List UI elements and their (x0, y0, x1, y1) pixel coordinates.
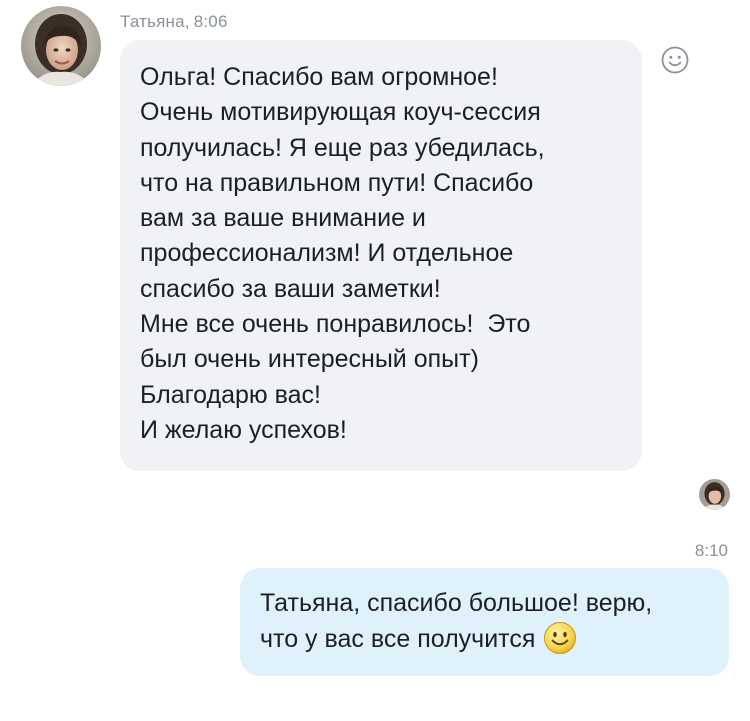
outgoing-message-bubble[interactable]: Татьяна, спасибо большое! верю, что у ва… (240, 568, 729, 676)
sender-avatar[interactable] (21, 6, 101, 86)
message-text-line: что у вас все получится (260, 621, 709, 657)
read-receipt-avatar (699, 479, 730, 510)
message-text: что у вас все получится (260, 625, 536, 654)
message-text-line: Татьяна, спасибо большое! верю, (260, 589, 653, 617)
outgoing-message-time: 8:10 (694, 541, 728, 560)
incoming-message-bubble[interactable]: Ольга! Спасибо вам огромное! Очень мотив… (120, 40, 642, 471)
message-text-line: вам за ваше внимание и (140, 204, 426, 233)
message-text-line: получилась! Я еще раз убедилась, (140, 133, 545, 162)
message-text-line: Мне все очень понравилось! Это (140, 310, 531, 339)
message-time: 8:06 (193, 12, 228, 31)
message-header: Татьяна, 8:06 (120, 12, 228, 31)
message-text-line: профессионализм! И отдельное (140, 239, 514, 268)
sender-name[interactable]: Татьяна (120, 12, 185, 31)
smile-outline-icon (661, 46, 689, 74)
message-text-line: Очень мотивирующая коуч-сессия (140, 98, 541, 127)
avatar-photo (699, 479, 730, 510)
avatar-photo (21, 6, 101, 86)
message-text-line: был очень интересный опыт) (140, 345, 479, 374)
message-text-line: Благодарю вас! (140, 380, 321, 409)
message-text-line: что на правильном пути! Спасибо (140, 168, 534, 197)
message-text-line: Ольга! Спасибо вам огромное! (140, 63, 498, 91)
message-text-line: спасибо за ваши заметки! (140, 274, 441, 303)
smiley-emoji-icon (543, 621, 577, 655)
message-text-line: И желаю успехов! (140, 415, 347, 444)
reaction-button[interactable] (660, 45, 690, 75)
